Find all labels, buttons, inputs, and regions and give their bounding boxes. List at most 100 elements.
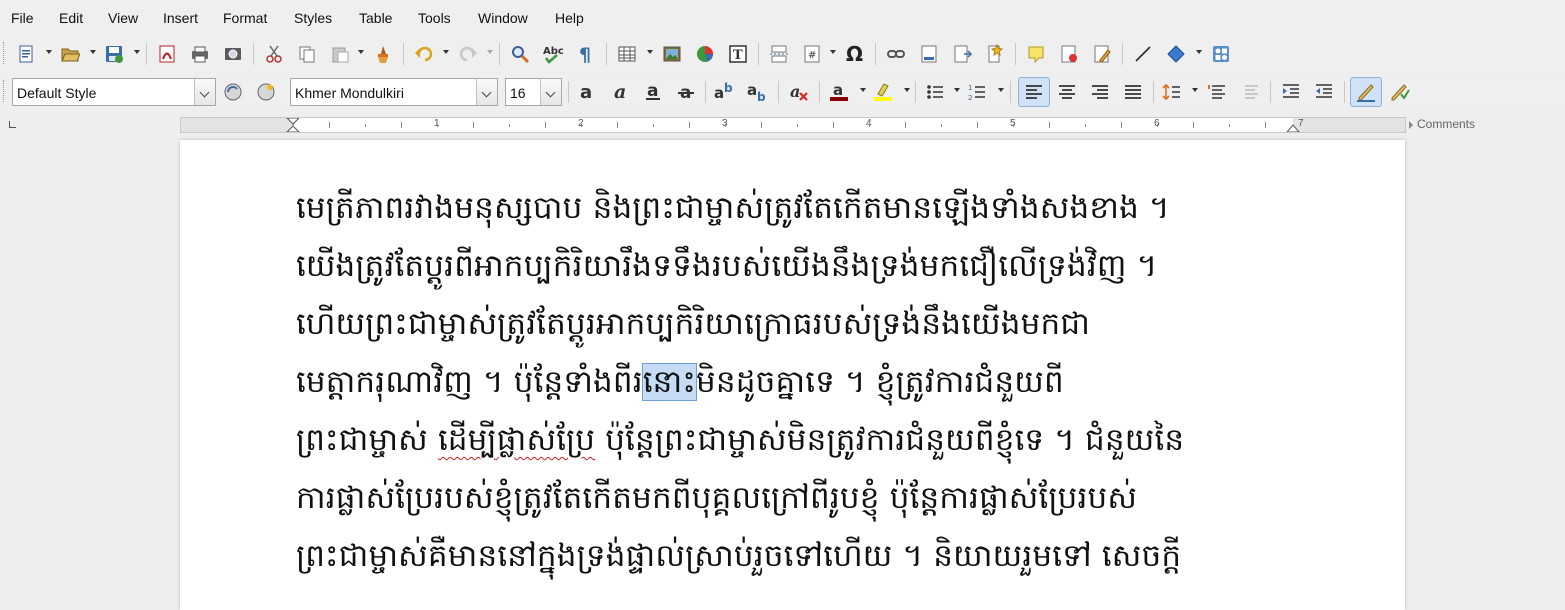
increase-paragraph-spacing-icon[interactable] (1204, 79, 1230, 105)
chevron-down-icon[interactable] (194, 79, 215, 105)
toolbar-grip[interactable] (3, 42, 6, 64)
find-replace-icon[interactable] (507, 41, 533, 67)
decrease-paragraph-spacing-icon[interactable] (1237, 79, 1263, 105)
ruler-tick (689, 122, 690, 128)
subscript-icon[interactable]: ab (745, 79, 771, 105)
draw-functions-icon[interactable] (1208, 41, 1234, 67)
show-track-changes-icon[interactable] (1089, 41, 1115, 67)
print-preview-icon[interactable] (220, 41, 246, 67)
font-color-dropdown-icon[interactable] (860, 88, 866, 92)
menu-table[interactable]: Table (357, 10, 394, 26)
new-dropdown-icon[interactable] (46, 50, 52, 54)
svg-text:1: 1 (968, 84, 972, 92)
clone-formatting-icon[interactable] (370, 41, 396, 67)
menu-format[interactable]: Format (221, 10, 269, 26)
increase-indent-icon[interactable] (1278, 79, 1304, 105)
font-name-combo[interactable]: Khmer Mondulkiri (290, 78, 498, 106)
shapes-dropdown-icon[interactable] (1196, 50, 1202, 54)
insert-chart-icon[interactable] (692, 41, 718, 67)
redo-dropdown-icon[interactable] (487, 50, 493, 54)
font-color-icon[interactable]: a (826, 79, 852, 105)
chevron-down-icon[interactable] (540, 79, 561, 105)
horizontal-ruler[interactable]: 1 2 3 4 5 6 7 (180, 117, 1406, 133)
copy-icon[interactable] (294, 41, 320, 67)
spellcheck-icon[interactable]: Abc (540, 41, 566, 67)
footnote-icon[interactable] (916, 41, 942, 67)
basic-shapes-icon[interactable] (1163, 41, 1189, 67)
menu-view[interactable]: View (106, 10, 140, 26)
save-dropdown-icon[interactable] (134, 50, 140, 54)
highlight-color-icon[interactable] (870, 79, 896, 105)
update-style-icon[interactable] (220, 79, 246, 105)
undo-dropdown-icon[interactable] (443, 50, 449, 54)
numbering-dropdown-icon[interactable] (998, 88, 1004, 92)
separator (606, 43, 607, 65)
align-center-icon[interactable] (1054, 79, 1080, 105)
chevron-right-icon[interactable] (1409, 121, 1413, 129)
spelling-error-word[interactable]: ដើម្បីផ្លាស់ប្រែ (438, 422, 595, 458)
open-dropdown-icon[interactable] (90, 50, 96, 54)
bullets-dropdown-icon[interactable] (954, 88, 960, 92)
menu-window[interactable]: Window (476, 10, 530, 26)
paste-dropdown-icon[interactable] (358, 50, 364, 54)
page-break-icon[interactable] (766, 41, 792, 67)
clear-formatting-icon[interactable]: a (786, 79, 812, 105)
line-spacing-icon[interactable] (1159, 79, 1185, 105)
new-document-icon[interactable] (13, 41, 39, 67)
menu-styles[interactable]: Styles (292, 10, 334, 26)
paste-icon[interactable] (327, 41, 353, 67)
menu-edit[interactable]: Edit (57, 10, 85, 26)
track-changes-icon[interactable] (1056, 41, 1082, 67)
undo-icon[interactable] (411, 41, 437, 67)
strikethrough-icon[interactable]: a (673, 79, 699, 105)
text-selection[interactable]: នោះ (641, 363, 698, 401)
save-icon[interactable] (101, 41, 127, 67)
endnote-icon[interactable] (949, 41, 975, 67)
text-direction-ltr-icon[interactable] (1350, 77, 1382, 107)
insert-table-icon[interactable] (614, 41, 640, 67)
italic-icon[interactable]: a (607, 79, 633, 105)
comment-icon[interactable] (1023, 41, 1049, 67)
toolbar-grip[interactable] (3, 80, 6, 102)
separator (1344, 81, 1345, 103)
line-icon[interactable] (1130, 41, 1156, 67)
tab-stop-selector[interactable] (9, 121, 16, 128)
formatting-marks-icon[interactable]: ¶ (573, 41, 599, 67)
chevron-down-icon[interactable] (476, 79, 497, 105)
align-right-icon[interactable] (1087, 79, 1113, 105)
special-character-icon[interactable]: Ω (842, 41, 868, 67)
menu-help[interactable]: Help (553, 10, 586, 26)
paragraph-style-combo[interactable]: Default Style (12, 78, 216, 106)
bold-icon[interactable]: a (574, 79, 600, 105)
insert-textbox-icon[interactable]: T (725, 41, 751, 67)
superscript-icon[interactable]: ab (712, 79, 738, 105)
cut-icon[interactable] (261, 41, 287, 67)
underline-icon[interactable]: a (640, 79, 666, 105)
menu-file[interactable]: File (9, 10, 36, 26)
field-dropdown-icon[interactable] (830, 50, 836, 54)
insert-field-icon[interactable]: # (799, 41, 825, 67)
decrease-indent-icon[interactable] (1311, 79, 1337, 105)
insert-image-icon[interactable] (659, 41, 685, 67)
bookmark-icon[interactable] (982, 41, 1008, 67)
line-spacing-dropdown-icon[interactable] (1192, 88, 1198, 92)
comments-label[interactable]: Comments (1417, 117, 1475, 131)
open-folder-icon[interactable] (57, 41, 83, 67)
justify-icon[interactable] (1120, 79, 1146, 105)
menu-tools[interactable]: Tools (416, 10, 453, 26)
document-page[interactable]: មេត្រីភាពរវាងមនុស្សបាប និងព្រះជាម្ចាស់ត្… (180, 140, 1405, 610)
text-direction-rtl-icon[interactable] (1386, 79, 1412, 105)
menu-insert[interactable]: Insert (161, 10, 200, 26)
align-left-icon[interactable] (1018, 77, 1050, 107)
numbering-icon[interactable]: 12 (964, 79, 990, 105)
highlight-dropdown-icon[interactable] (904, 88, 910, 92)
hyperlink-icon[interactable] (883, 41, 909, 67)
redo-icon[interactable] (455, 41, 481, 67)
right-indent-marker[interactable] (1285, 118, 1301, 132)
print-icon[interactable] (187, 41, 213, 67)
table-dropdown-icon[interactable] (647, 50, 653, 54)
export-pdf-icon[interactable] (154, 41, 180, 67)
bullets-icon[interactable] (922, 79, 948, 105)
font-size-combo[interactable]: 16 (505, 78, 562, 106)
new-style-icon[interactable] (253, 79, 279, 105)
